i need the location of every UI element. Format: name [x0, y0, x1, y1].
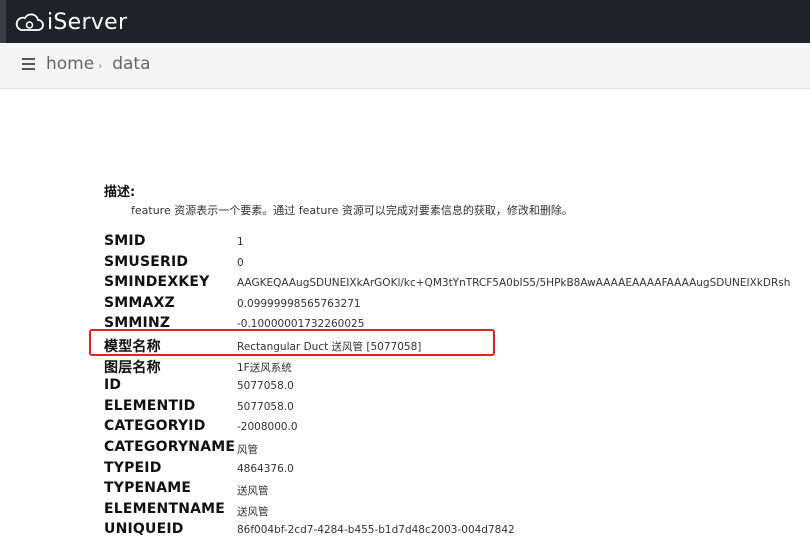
description-title: 描述:: [104, 185, 136, 200]
field-key: SMINDEXKEY: [104, 274, 210, 291]
list-icon: [22, 58, 35, 70]
field-row-categoryname: CATEGORYNAME 风管: [104, 437, 810, 458]
field-row-typename: TYPENAME 送风管: [104, 478, 810, 499]
breadcrumb-bar: home › data: [0, 43, 810, 89]
field-value: 送风管: [237, 505, 269, 518]
field-value: 风管: [237, 443, 258, 456]
field-key: SMMAXZ: [104, 294, 175, 311]
field-key: SMID: [104, 233, 146, 249]
field-value: 1: [237, 236, 244, 248]
breadcrumb-current[interactable]: data: [112, 54, 150, 74]
top-bar: iServer: [0, 0, 810, 43]
field-value: 0: [237, 256, 244, 269]
breadcrumb-home-link[interactable]: home: [46, 54, 94, 74]
field-row-smuserid: SMUSERID 0: [104, 252, 810, 273]
field-key: CATEGORYID: [104, 418, 206, 435]
field-key: ELEMENTID: [104, 397, 196, 414]
field-value: 0.09999998565763271: [237, 297, 361, 310]
field-row-elementname: ELEMENTNAME 送风管: [104, 499, 810, 520]
field-key: TYPEID: [104, 459, 162, 476]
field-value: -2008000.0: [237, 421, 298, 434]
iserver-logo[interactable]: iServer: [14, 7, 127, 37]
brand-name: iServer: [47, 10, 127, 35]
feature-properties: SMID 1 SMUSERID 0 SMINDEXKEY AAGKEQAAugSDUN…: [104, 231, 810, 540]
field-row-smid: SMID 1: [104, 231, 810, 252]
field-value: 86f004bf-2cd7-4284-b455-b1d7d48c2003-004…: [237, 524, 515, 537]
breadcrumb-separator: ›: [98, 60, 103, 72]
field-row-categoryid: CATEGORYID -2008000.0: [104, 416, 810, 437]
brand-word: Server: [53, 9, 128, 35]
cloud-icon: [15, 13, 44, 31]
field-value: 5077058.0: [237, 380, 294, 393]
field-value: AAGKEQAAugSDUNEIXkArGOKl/kc+QM3tYnTRCF5A…: [237, 277, 791, 290]
field-value: 送风管: [237, 485, 269, 498]
field-row-smmaxz: SMMAXZ 0.09999998565763271: [104, 293, 810, 314]
top-bar-edge: [0, 0, 6, 43]
field-key: SMUSERID: [104, 253, 189, 270]
highlight-box: [89, 329, 495, 356]
field-row-elementid: ELEMENTID 5077058.0: [104, 396, 810, 417]
field-row-id: ID 5077058.0: [104, 375, 810, 396]
field-key: 图层名称: [104, 359, 161, 376]
field-key: UNIQUEID: [104, 521, 184, 538]
field-row-smindexkey: SMINDEXKEY AAGKEQAAugSDUNEIXkArGOKl/kc+QM…: [104, 272, 810, 293]
description-text: feature 资源表示一个要素。通过 feature 资源可以完成对要素信息的…: [131, 204, 573, 217]
field-value: 1F送风系统: [237, 361, 292, 374]
field-value: 4864376.0: [237, 462, 294, 475]
field-row-typeid: TYPEID 4864376.0: [104, 458, 810, 479]
field-value: 5077058.0: [237, 400, 294, 413]
field-key: ELEMENTNAME: [104, 500, 226, 517]
field-key: TYPENAME: [104, 480, 192, 497]
field-key: ID: [104, 377, 122, 394]
field-key: CATEGORYNAME: [104, 438, 236, 455]
breadcrumb: home › data: [22, 54, 151, 74]
field-row-layer-name: 图层名称 1F送风系统: [104, 355, 810, 376]
